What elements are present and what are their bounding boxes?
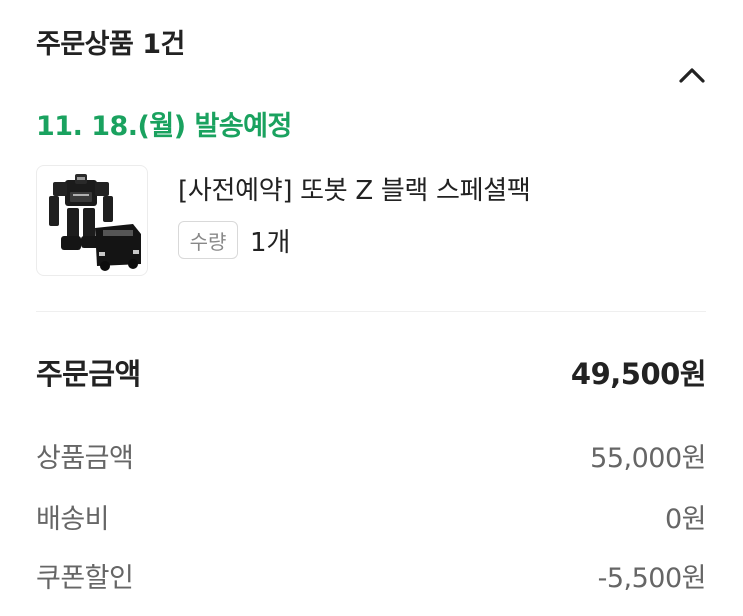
quantity-badge: 수량 (178, 221, 238, 259)
quantity-value: 1개 (250, 228, 291, 258)
product-amount-row: 상품금액 55,000원 (36, 433, 706, 477)
product-thumbnail[interactable] (36, 165, 148, 276)
collapse-button[interactable] (672, 60, 712, 90)
coupon-discount-row: 쿠폰할인 -5,500원 (36, 553, 707, 597)
product-name[interactable]: [사전예약] 또봇 Z 블랙 스페셜팩 (178, 170, 531, 207)
shipping-fee-value: 0원 (664, 503, 707, 535)
order-total-label: 주문금액 (36, 357, 141, 391)
coupon-discount-value: -5,500원 (597, 562, 707, 594)
order-total-value: 49,500원 (570, 357, 707, 391)
shipping-fee-row: 배송비 0원 (36, 494, 707, 538)
chevron-up-icon (679, 68, 705, 83)
product-amount-label: 상품금액 (36, 442, 134, 474)
robot-toy-image (49, 174, 141, 271)
shipping-date: 11. 18.(월) 발송예정 (36, 111, 292, 142)
shipping-fee-label: 배송비 (36, 503, 110, 535)
product-amount-value: 55,000원 (590, 442, 706, 474)
order-total-row: 주문금액 49,500원 (36, 350, 707, 394)
divider (36, 311, 706, 312)
order-items-title: 주문상품 1건 (36, 29, 185, 60)
coupon-discount-label: 쿠폰할인 (36, 562, 134, 594)
